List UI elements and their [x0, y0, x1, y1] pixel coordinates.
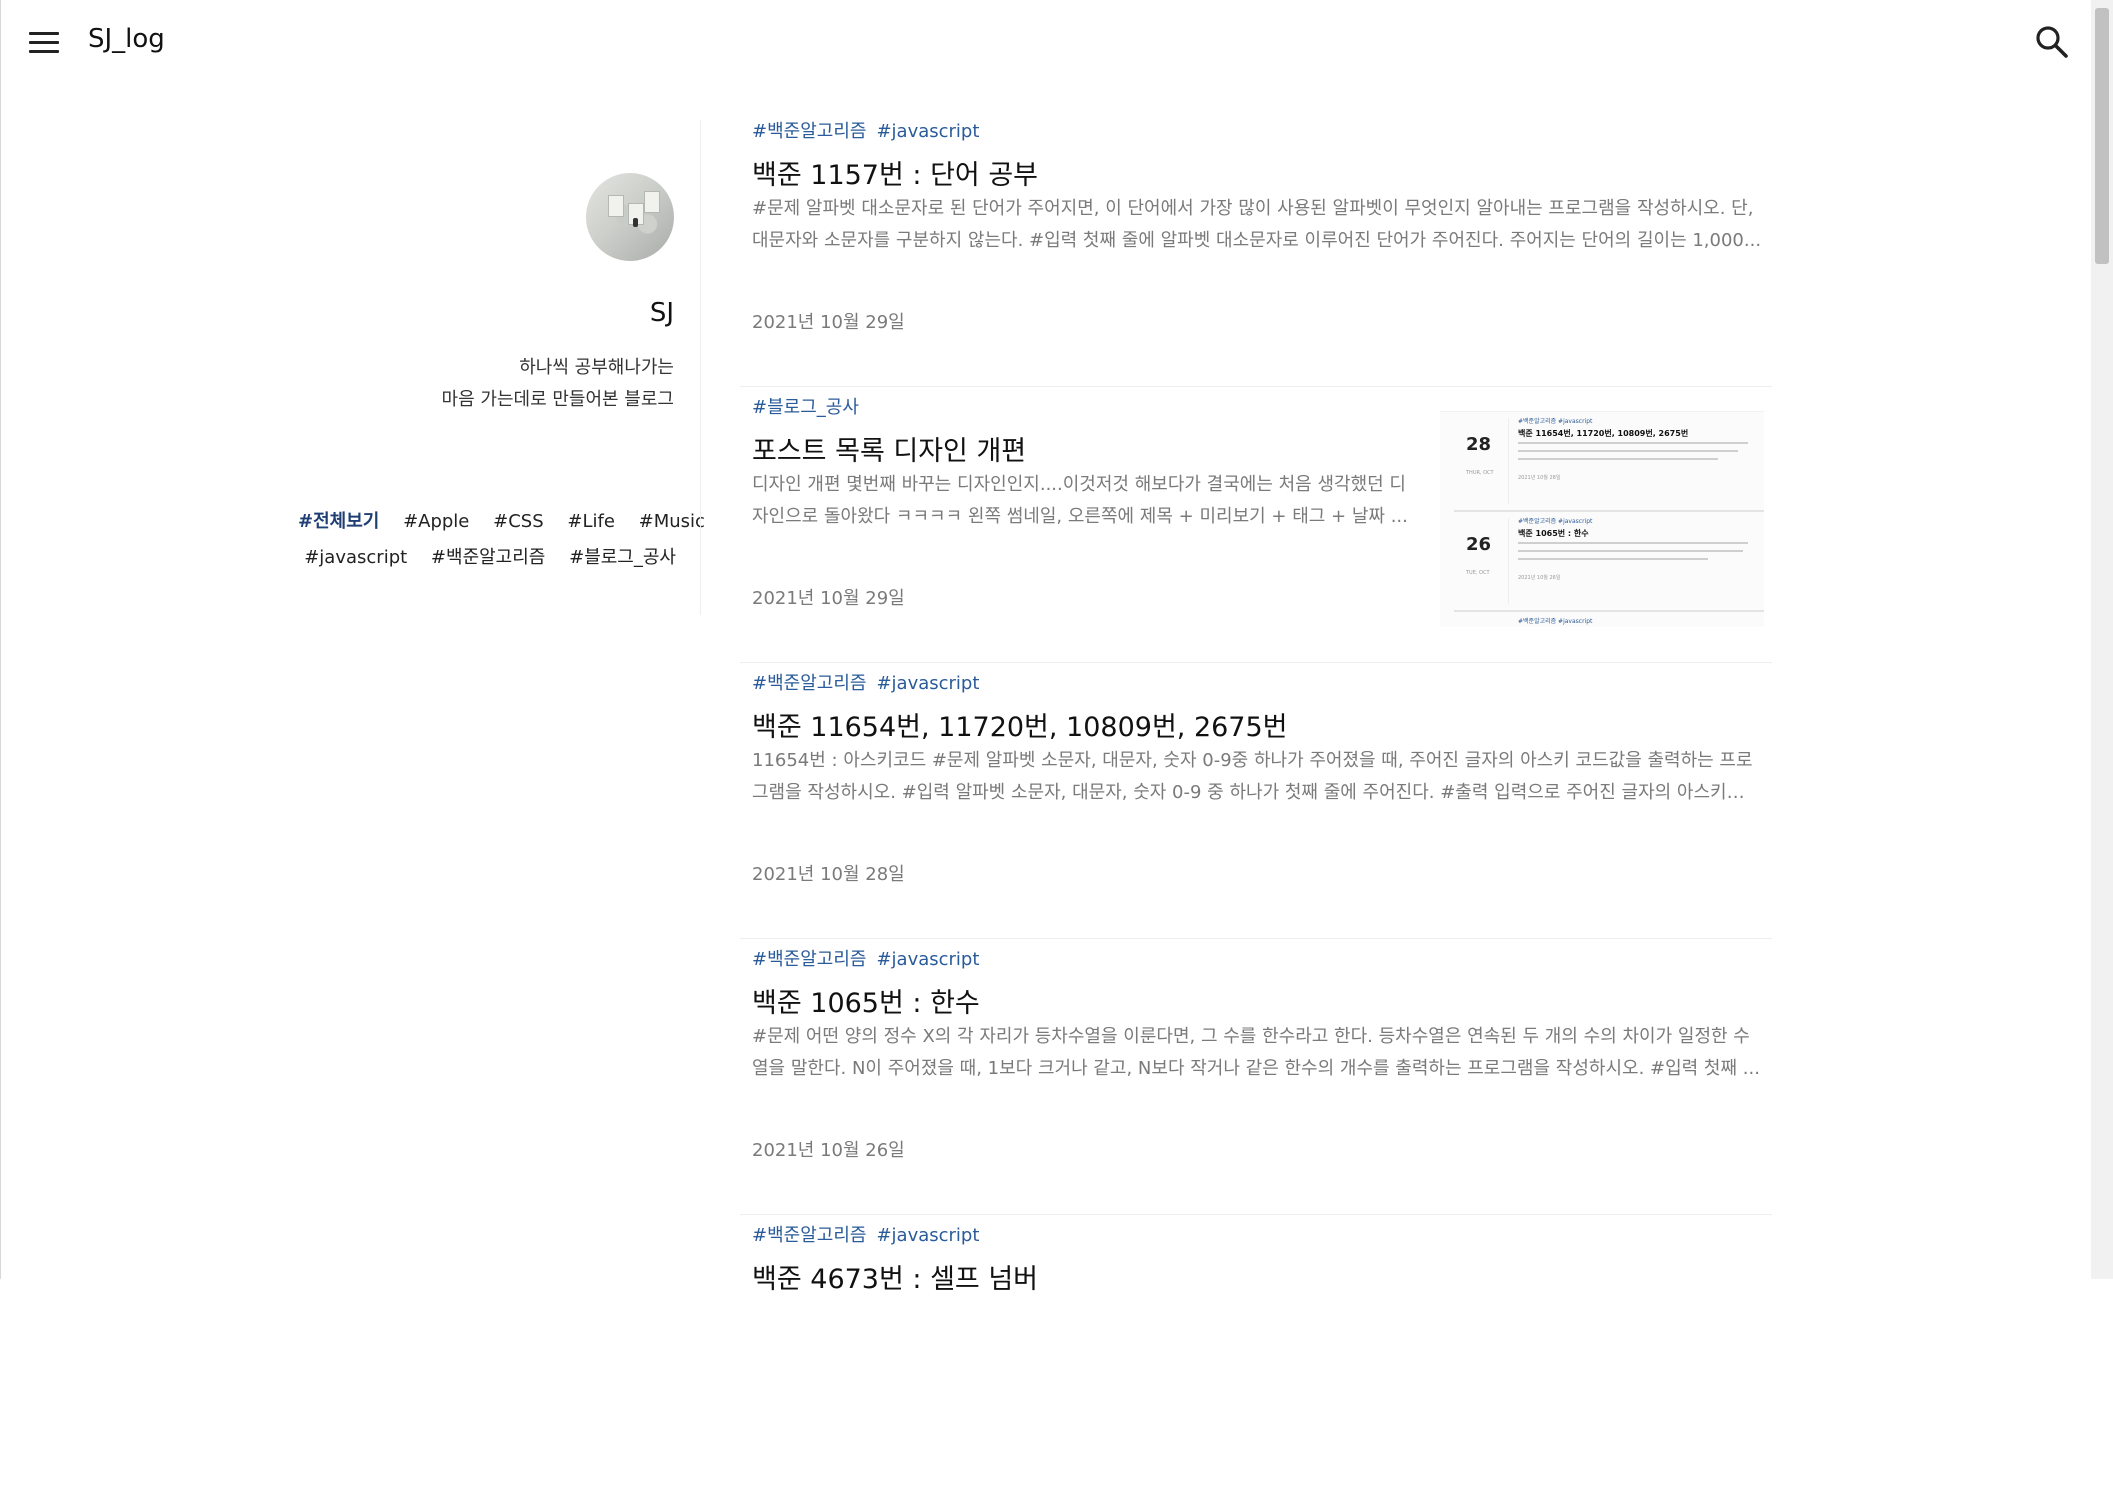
tag-blog-construction[interactable]: #블로그_공사 [569, 547, 676, 568]
hamburger-menu-icon[interactable] [28, 30, 60, 56]
thumbnail-card: 28 THUR, OCT #백준알고리즘 #javascript 백준 1165… [1454, 414, 1764, 512]
tag-apple[interactable]: #Apple [403, 511, 469, 532]
thumbnail-date: 2021년 10월 28일 [1518, 475, 1561, 481]
post-title[interactable]: 백준 4673번 : 셀프 넘버 [752, 1257, 1038, 1296]
post-tag-link[interactable]: #백준알고리즘 [752, 1225, 866, 1246]
post-item[interactable]: #백준알고리즘 #javascript 백준 1157번 : 단어 공부 #문제 … [740, 111, 1772, 387]
thumbnail-text-line [1518, 542, 1748, 544]
thumbnail-text-line [1518, 550, 1743, 552]
thumbnail-title: 백준 11654번, 11720번, 10809번, 2675번 [1518, 429, 1689, 438]
post-tag-link[interactable]: #블로그_공사 [752, 397, 859, 418]
profile-name: SJ [649, 298, 674, 328]
menu-bar [29, 41, 59, 44]
avatar-detail [608, 195, 624, 217]
thumbnail-title: 백준 1065번 : 한수 [1518, 529, 1589, 538]
thumbnail-text-line [1518, 442, 1748, 444]
thumbnail-date: 2021년 10월 26일 [1518, 575, 1561, 581]
post-excerpt: #문제 어떤 양의 정수 X의 각 자리가 등차수열을 이룬다면, 그 수를 한… [752, 1026, 1760, 1079]
post-date: 2021년 10월 29일 [752, 312, 905, 333]
search-icon[interactable] [2034, 24, 2070, 60]
post-tag-link[interactable]: #javascript [876, 121, 979, 142]
thumbnail-text-line [1518, 458, 1718, 460]
profile-bio-line: 하나씩 공부해나가는 [519, 357, 674, 378]
post-tags: #백준알고리즘 #javascript [752, 1221, 989, 1247]
thumbnail-card: 26 TUE, OCT #백준알고리즘 #javascript 백준 1065번… [1454, 514, 1764, 612]
scrollbar-thumb[interactable] [2095, 8, 2109, 264]
post-list: #백준알고리즘 #javascript 백준 1157번 : 단어 공부 #문제 … [740, 111, 1772, 1491]
avatar-detail [644, 191, 660, 213]
tag-baekjoon[interactable]: #백준알고리즘 [431, 547, 545, 568]
thumbnail-day: 28 [1466, 434, 1492, 455]
search-icon-svg [2036, 26, 2068, 58]
post-tag-link[interactable]: #javascript [876, 1225, 979, 1246]
thumbnail-divider [1508, 518, 1509, 604]
post-excerpt: #문제 알파벳 대소문자로 된 단어가 주어지면, 이 단어에서 가장 많이 사… [752, 198, 1762, 251]
tag-css[interactable]: #CSS [493, 511, 544, 532]
post-tags: #백준알고리즘 #javascript [752, 945, 989, 971]
sidebar-divider [700, 120, 701, 615]
post-tag-link[interactable]: #백준알고리즘 [752, 949, 866, 970]
post-item[interactable]: #백준알고리즘 #javascript 백준 11654번, 11720번, 10… [740, 663, 1772, 939]
post-item[interactable]: #백준알고리즘 #javascript 백준 4673번 : 셀프 넘버 [740, 1215, 1772, 1491]
thumbnail-weekday: THUR, OCT [1466, 470, 1494, 476]
post-item[interactable]: #블로그_공사 포스트 목록 디자인 개편 디자인 개편 몇번째 바꾸는 디자인… [740, 387, 1772, 663]
thumbnail-divider [1508, 418, 1509, 504]
tag-life[interactable]: #Life [567, 511, 615, 532]
post-date: 2021년 10월 26일 [752, 1140, 905, 1161]
thumbnail-text-line [1518, 450, 1738, 452]
post-tags: #백준알고리즘 #javascript [752, 669, 989, 695]
site-logo[interactable]: SJ_log [88, 24, 165, 54]
post-tags: #블로그_공사 [752, 393, 869, 419]
post-excerpt: 11654번 : 아스키코드 #문제 알파벳 소문자, 대문자, 숫자 0-9중… [752, 750, 1753, 803]
tag-filter-list: #전체보기 #Apple #CSS #Life #Music #javascri… [280, 504, 705, 576]
profile-bio-line: 마음 가는데로 만들어본 블로그 [441, 389, 674, 410]
thumbnail-tags: #백준알고리즘 #javascript [1518, 518, 1593, 525]
post-item[interactable]: #백준알고리즘 #javascript 백준 1065번 : 한수 #문제 어떤 … [740, 939, 1772, 1215]
window-left-border [0, 0, 1, 1279]
post-excerpt: 디자인 개편 몇번째 바꾸는 디자인인지....이것저것 해보다가 결국에는 처… [752, 474, 1408, 527]
post-title[interactable]: 백준 11654번, 11720번, 10809번, 2675번 [752, 705, 1288, 744]
profile-bio: 하나씩 공부해나가는 마음 가는데로 만들어본 블로그 [442, 352, 674, 416]
page-scrollbar[interactable] [2091, 0, 2113, 1279]
tag-row: #전체보기 #Apple #CSS #Life #Music [280, 504, 705, 540]
post-title[interactable]: 포스트 목록 디자인 개편 [752, 429, 1026, 468]
post-date: 2021년 10월 28일 [752, 864, 905, 885]
menu-bar [29, 32, 59, 35]
tag-music[interactable]: #Music [639, 511, 705, 532]
thumbnail-weekday: TUE, OCT [1466, 570, 1490, 576]
post-thumbnail[interactable]: 28 THUR, OCT #백준알고리즘 #javascript 백준 1165… [1440, 411, 1764, 627]
post-date: 2021년 10월 29일 [752, 588, 905, 609]
post-tag-link[interactable]: #백준알고리즘 [752, 673, 866, 694]
thumbnail-tags: #백준알고리즘 #javascript [1518, 418, 1593, 425]
thumbnail-tags: #백준알고리즘 #javascript [1518, 618, 1593, 625]
tag-row: #javascript #백준알고리즘 #블로그_공사 [280, 540, 676, 576]
tag-all[interactable]: #전체보기 [298, 511, 379, 532]
post-tag-link[interactable]: #javascript [876, 949, 979, 970]
post-title[interactable]: 백준 1157번 : 단어 공부 [752, 153, 1038, 192]
post-tags: #백준알고리즘 #javascript [752, 117, 989, 143]
avatar-detail [633, 218, 638, 227]
thumbnail-text-line [1518, 558, 1708, 560]
thumbnail-card: #백준알고리즘 #javascript [1454, 614, 1764, 627]
top-header: SJ_log [0, 0, 2091, 86]
post-title[interactable]: 백준 1065번 : 한수 [752, 981, 980, 1020]
menu-bar [29, 50, 59, 53]
tag-javascript[interactable]: #javascript [304, 547, 407, 568]
post-tag-link[interactable]: #javascript [876, 673, 979, 694]
avatar [586, 173, 674, 261]
post-tag-link[interactable]: #백준알고리즘 [752, 121, 866, 142]
thumbnail-day: 26 [1466, 534, 1492, 555]
